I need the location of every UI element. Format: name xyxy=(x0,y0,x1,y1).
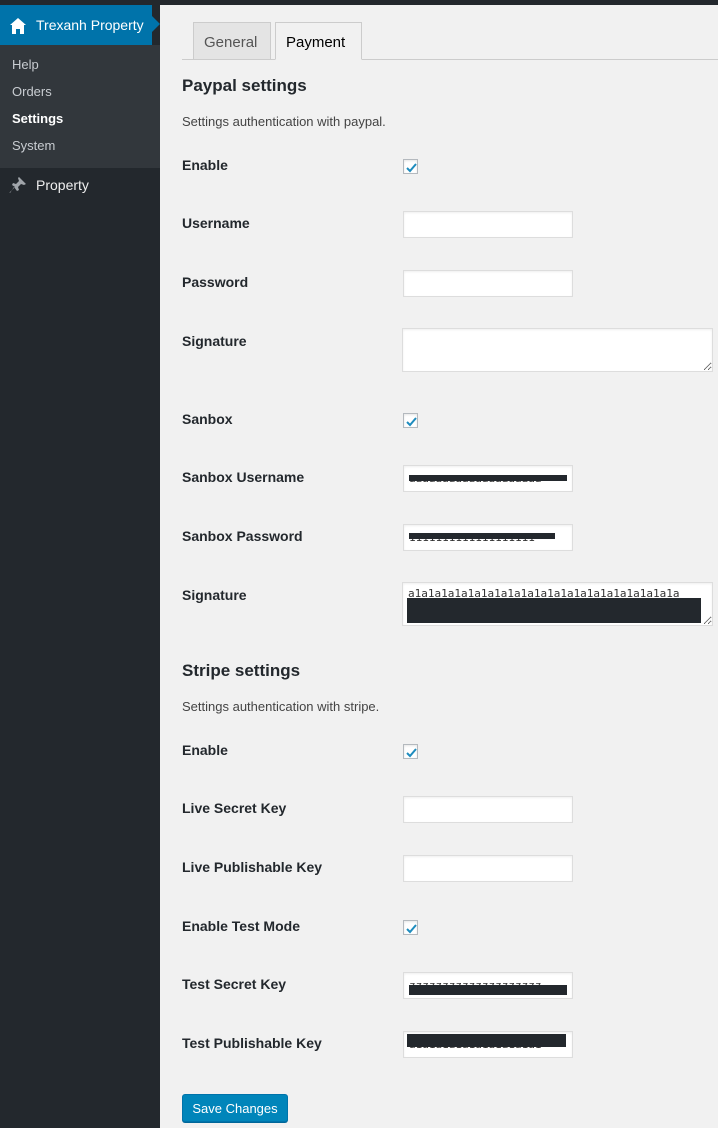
sidebar-item-label: Property xyxy=(36,177,89,193)
redaction-bar xyxy=(409,985,567,995)
submenu: Help Orders Settings System xyxy=(0,45,160,168)
checkmark-icon xyxy=(406,163,417,173)
home-icon xyxy=(9,17,27,35)
paypal-signature-label: Signature xyxy=(182,333,247,349)
stripe-live-publishable-label: Live Publishable Key xyxy=(182,859,323,875)
paypal-sandbox-label: Sanbox xyxy=(182,411,233,427)
paypal-enable-label: Enable xyxy=(182,157,228,173)
redaction-bar xyxy=(409,475,567,481)
paypal-username-input[interactable] xyxy=(403,211,573,238)
paypal-username-label: Username xyxy=(182,215,250,231)
sidebar-item-property[interactable]: Property xyxy=(0,168,160,202)
stripe-live-publishable-input[interactable] xyxy=(403,855,573,882)
paypal-password-label: Password xyxy=(182,274,249,290)
sidebar-item-trexanh-property[interactable]: Trexanh Property xyxy=(0,5,160,45)
stripe-live-secret-input[interactable] xyxy=(403,796,573,823)
save-changes-button[interactable]: Save Changes xyxy=(182,1094,288,1122)
paypal-sandbox-password-label: Sanbox Password xyxy=(182,528,303,544)
stripe-enable-label: Enable xyxy=(182,742,228,758)
stripe-test-publishable-label: Test Publishable Key xyxy=(182,1035,322,1051)
paypal-password-input[interactable] xyxy=(403,270,573,297)
redaction-bar xyxy=(409,533,555,539)
stripe-live-secret-label: Live Secret Key xyxy=(182,800,287,816)
stripe-section-title: Stripe settings xyxy=(182,661,301,680)
stripe-test-mode-label: Enable Test Mode xyxy=(182,918,300,934)
redaction-bar xyxy=(407,598,701,623)
paypal-signature-textarea[interactable] xyxy=(402,328,713,372)
paypal-section-title: Paypal settings xyxy=(182,76,307,95)
stripe-test-secret-label: Test Secret Key xyxy=(182,976,287,992)
stripe-section-description: Settings authentication with stripe. xyxy=(182,699,380,714)
stripe-enable-checkbox[interactable] xyxy=(403,744,418,759)
tab-payment[interactable]: Payment xyxy=(275,22,362,60)
paypal-sandbox-signature-label: Signature xyxy=(182,587,247,603)
sidebar-item-label: Trexanh Property xyxy=(36,17,144,33)
paypal-enable-checkbox[interactable] xyxy=(403,159,418,174)
pin-icon xyxy=(9,176,27,194)
tab-general[interactable]: General xyxy=(193,22,271,60)
submenu-item-orders[interactable]: Orders xyxy=(12,84,52,99)
stripe-test-mode-checkbox[interactable] xyxy=(403,920,418,935)
submenu-item-help[interactable]: Help xyxy=(12,57,39,72)
checkmark-icon xyxy=(406,924,417,934)
checkmark-icon xyxy=(406,748,417,758)
submenu-item-settings[interactable]: Settings xyxy=(12,111,63,126)
paypal-section-description: Settings authentication with paypal. xyxy=(182,114,386,129)
paypal-sandbox-checkbox[interactable] xyxy=(403,413,418,428)
redaction-bar xyxy=(407,1034,566,1047)
paypal-sandbox-username-label: Sanbox Username xyxy=(182,469,305,485)
checkmark-icon xyxy=(406,417,417,427)
current-menu-arrow xyxy=(152,16,160,32)
submenu-item-system[interactable]: System xyxy=(12,138,55,153)
